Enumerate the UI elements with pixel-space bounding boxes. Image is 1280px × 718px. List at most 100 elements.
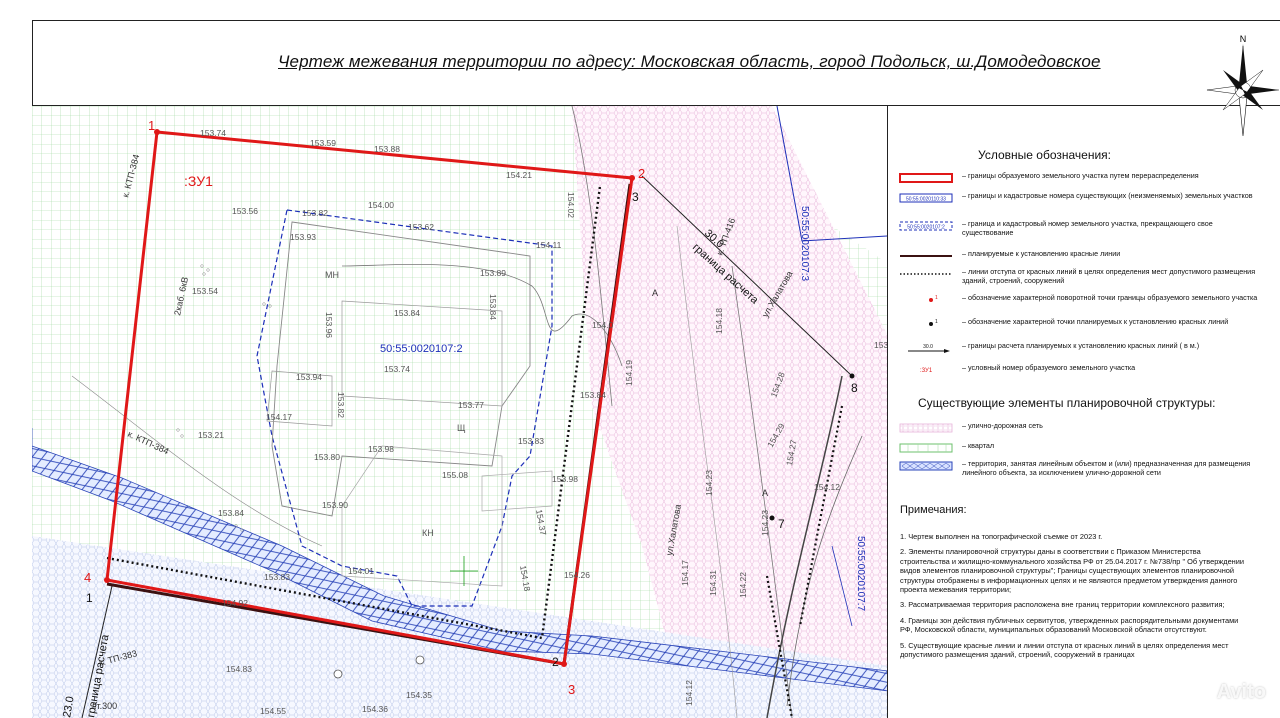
svg-text:154.26: 154.26 (564, 570, 590, 580)
svg-text:153.59: 153.59 (310, 138, 336, 148)
svg-text:154.02: 154.02 (566, 192, 576, 218)
legend-heading: Условные обозначения: (978, 148, 1111, 162)
building-label-mn: МН (325, 270, 339, 280)
svg-text:153.48: 153.48 (874, 340, 888, 350)
svg-text:30.0: 30.0 (923, 344, 933, 350)
legend-heading-structure: Существующие элементы планировочной стру… (918, 396, 1216, 410)
building-label-kn: КН (422, 528, 434, 538)
title-band: Чертеж межевания территории по адресу: М… (32, 20, 1280, 106)
parcel-point-label-4: 4 (84, 570, 91, 585)
svg-text:153.93: 153.93 (290, 232, 316, 242)
svg-text:153.62: 153.62 (408, 222, 434, 232)
note-4: 4. Границы зон действия публичных сервит… (900, 615, 1239, 635)
road-mark-a2: А (762, 488, 768, 498)
svg-text:153.80: 153.80 (314, 452, 340, 462)
svg-text:153.84: 153.84 (488, 294, 498, 320)
svg-text:50:55:0020110:33: 50:55:0020110:33 (906, 197, 946, 203)
svg-text:153.90: 153.90 (322, 500, 348, 510)
svg-text:153.98: 153.98 (368, 444, 394, 454)
svg-text:1: 1 (935, 295, 938, 301)
parcel-point-2 (629, 175, 635, 181)
svg-text:154.92: 154.92 (222, 598, 248, 608)
svg-text:153.74: 153.74 (200, 128, 226, 138)
notes-heading: Примечания: (900, 504, 967, 516)
cadastral-number-east-top: 50:55:0020107:3 (799, 206, 810, 282)
svg-text:154.31: 154.31 (708, 570, 718, 596)
svg-text:154.35: 154.35 (406, 690, 432, 700)
legend-symbol-calc-boundary: 30.0 (908, 344, 950, 353)
note-1: 1. Чертеж выполнен на топографической съ… (900, 532, 1103, 541)
svg-text:154.0: 154.0 (592, 320, 614, 330)
page-title: Чертеж межевания территории по адресу: М… (278, 52, 1101, 71)
svg-text::ЗУ1: :ЗУ1 (920, 368, 933, 374)
svg-text:1: 1 (935, 319, 938, 325)
legend-symbol-cadastral: 50:55:0020110:33 (899, 193, 953, 203)
parcel-point-label-1: 1 (148, 118, 155, 133)
svg-text:154.21: 154.21 (506, 170, 532, 180)
svg-text:153.84: 153.84 (580, 390, 606, 400)
legend-symbol-quarter (899, 443, 953, 453)
parcel-point-3 (561, 661, 567, 667)
svg-text:153.88: 153.88 (374, 144, 400, 154)
svg-text:153.56: 153.56 (232, 206, 258, 216)
svg-text:153.83: 153.83 (264, 572, 290, 582)
legend-symbol-red-line (900, 255, 952, 257)
note-3: 3. Рассматриваемая территория расположен… (900, 600, 1225, 610)
legend-symbol-linear-object (899, 461, 953, 471)
svg-text:153.83: 153.83 (518, 436, 544, 446)
svg-text:153.21: 153.21 (198, 430, 224, 440)
parcel-point-4 (104, 577, 110, 583)
svg-text:154.55: 154.55 (260, 706, 286, 716)
map-svg: 1 2 3 4 1 2 3 7 8 :ЗУ1 50:55:0020107:2 5… (32, 106, 888, 718)
svg-text:153.89: 153.89 (480, 268, 506, 278)
svg-text:153.84: 153.84 (394, 308, 420, 318)
svg-text:154.17: 154.17 (266, 412, 292, 422)
legend-symbol-parcel-boundary (899, 173, 953, 183)
svg-text:154.12: 154.12 (684, 680, 694, 706)
svg-text:154.23: 154.23 (704, 470, 714, 496)
svg-text:50:55:0020107:2: 50:55:0020107:2 (907, 225, 945, 231)
red-line-point-8 (849, 373, 855, 379)
svg-text:153.54: 153.54 (192, 286, 218, 296)
legend-panel: Условные обозначения: – границы образуем… (890, 106, 1280, 718)
red-point-label-2: 2 (552, 655, 559, 669)
svg-text:154.00: 154.00 (368, 200, 394, 210)
cadastral-number-main: 50:55:0020107:2 (380, 343, 463, 355)
note-2: 2. Элементы планировочной структуры даны… (900, 547, 1245, 595)
legend-symbol-red-point: 1 (929, 319, 938, 326)
map-canvas: 1 2 3 4 1 2 3 7 8 :ЗУ1 50:55:0020107:2 5… (32, 106, 888, 718)
parcel-point-label-2: 2 (638, 166, 645, 181)
legend-symbol-parcel-number: :ЗУ1 (920, 368, 933, 374)
building-label-sh: Щ (457, 423, 466, 433)
red-line-point-7 (769, 515, 775, 521)
compass-north-label: N (1240, 34, 1247, 44)
avito-watermark: Avito (1216, 681, 1266, 703)
legend-symbol-road (899, 423, 953, 433)
svg-text:153.94: 153.94 (296, 372, 322, 382)
notes-list: 1. Чертеж выполнен на топографической съ… (900, 532, 1245, 665)
note-5: 5. Существующие красные линии и линии от… (900, 640, 1229, 660)
svg-text:153.84: 153.84 (218, 508, 244, 518)
svg-text:154.11: 154.11 (536, 240, 562, 250)
svg-text:154.12: 154.12 (814, 482, 840, 492)
cadastral-number-east-bottom: 50:55:0020107:7 (855, 536, 866, 612)
legend-symbol-ceased: 50:55:0020107:2 (899, 221, 953, 231)
svg-text:154.83: 154.83 (226, 664, 252, 674)
svg-text:153.96: 153.96 (324, 312, 334, 338)
svg-text:154.19: 154.19 (624, 360, 634, 386)
svg-text:154.01: 154.01 (348, 566, 374, 576)
parcel-point-label-3: 3 (568, 682, 575, 697)
red-point-label-3: 3 (632, 190, 639, 204)
svg-text:154.23: 154.23 (760, 510, 770, 536)
svg-text:153.82: 153.82 (336, 392, 346, 418)
svg-text:153.77: 153.77 (458, 400, 484, 410)
svg-text:155.08: 155.08 (442, 470, 468, 480)
svg-text:153.82: 153.82 (302, 208, 328, 218)
legend-symbol-parcel-point: 1 (929, 295, 938, 302)
svg-text:154.18: 154.18 (714, 308, 724, 334)
svg-text:154.22: 154.22 (738, 572, 748, 598)
legend-symbol-setback (900, 273, 952, 275)
svg-text:153.74: 153.74 (384, 364, 410, 374)
svg-text:153.98: 153.98 (552, 474, 578, 484)
red-point-label-1: 1 (86, 591, 93, 605)
